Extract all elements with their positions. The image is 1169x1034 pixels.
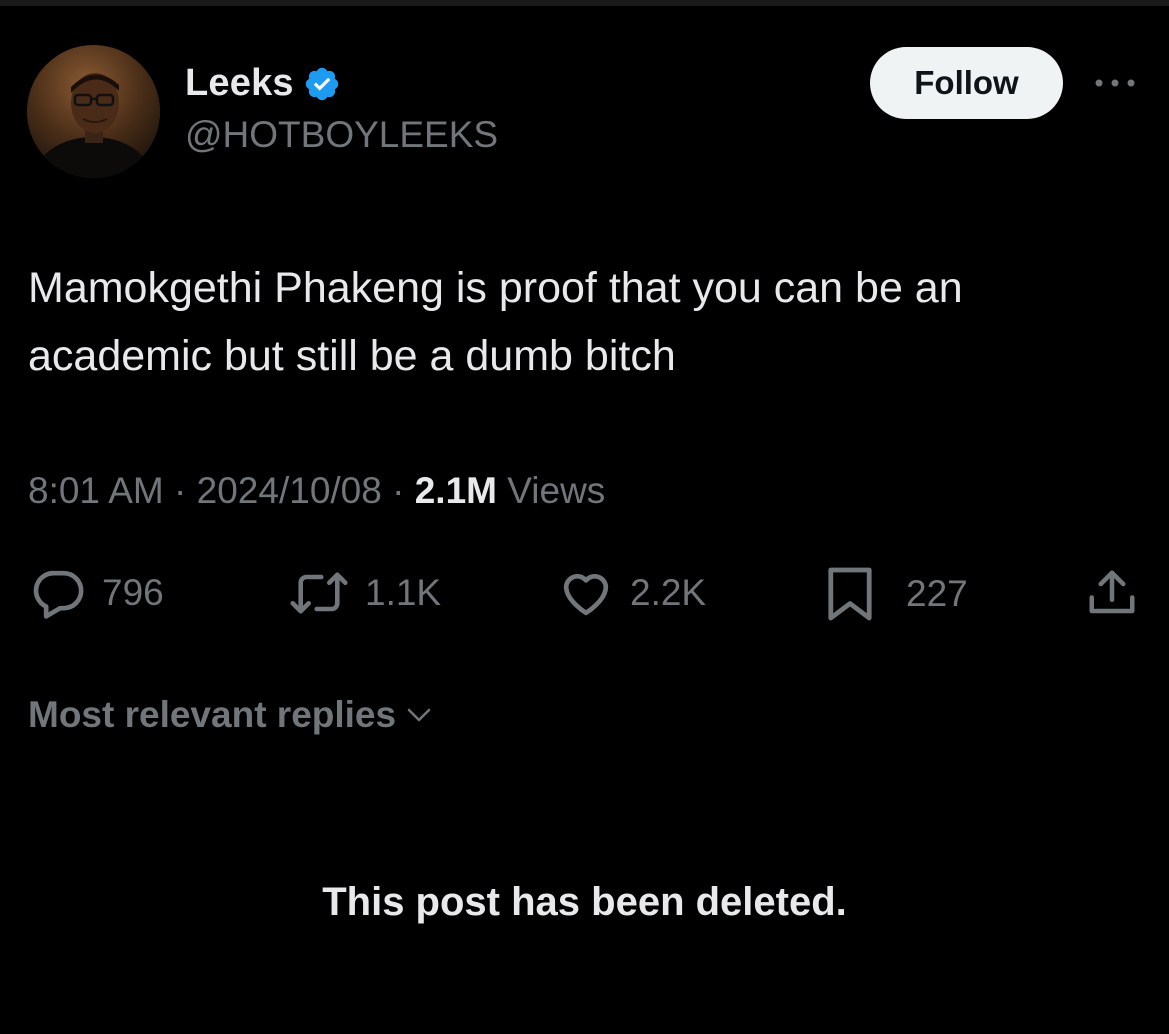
- meta-separator: ·: [392, 470, 405, 511]
- more-dots-icon[interactable]: [1091, 71, 1139, 95]
- repost-button[interactable]: 1.1K: [287, 565, 441, 621]
- meta-separator: ·: [174, 470, 187, 511]
- views-label: Views: [507, 470, 606, 511]
- tweet-date[interactable]: 2024/10/08: [197, 470, 382, 511]
- views-count: 2.1M: [414, 470, 497, 511]
- reply-button[interactable]: 796: [30, 565, 164, 621]
- replies-sort-dropdown[interactable]: Most relevant replies: [28, 694, 436, 736]
- avatar-image: [27, 45, 160, 178]
- author-display-name[interactable]: Leeks: [185, 62, 294, 105]
- like-count: 2.2K: [630, 572, 707, 613]
- replies-sort-label: Most relevant replies: [28, 694, 397, 735]
- reply-count: 796: [102, 572, 164, 613]
- chevron-down-icon: [407, 708, 431, 722]
- tweet-time[interactable]: 8:01 AM: [28, 470, 164, 511]
- tweet-meta: 8:01 AM · 2024/10/08 · 2.1M Views: [28, 470, 605, 512]
- deleted-post-notice: This post has been deleted.: [322, 880, 847, 924]
- author-handle[interactable]: @HOTBOYLEEKS: [185, 114, 498, 156]
- bookmark-icon: [828, 567, 872, 621]
- bookmark-button[interactable]: 227: [826, 565, 968, 623]
- share-button[interactable]: [1085, 565, 1139, 621]
- top-divider: [0, 0, 1169, 6]
- bookmark-count: 227: [906, 573, 968, 614]
- author-name-row[interactable]: Leeks: [185, 62, 341, 105]
- repost-icon: [290, 572, 348, 614]
- like-button[interactable]: 2.2K: [556, 565, 706, 621]
- avatar[interactable]: [27, 45, 160, 178]
- tweet-text: Mamokgethi Phakeng is proof that you can…: [28, 264, 963, 380]
- verified-badge-icon[interactable]: [303, 65, 341, 103]
- heart-icon: [563, 573, 609, 616]
- follow-button[interactable]: Follow: [870, 47, 1063, 119]
- reply-icon: [33, 570, 84, 619]
- share-icon: [1089, 570, 1135, 614]
- repost-count: 1.1K: [365, 572, 442, 613]
